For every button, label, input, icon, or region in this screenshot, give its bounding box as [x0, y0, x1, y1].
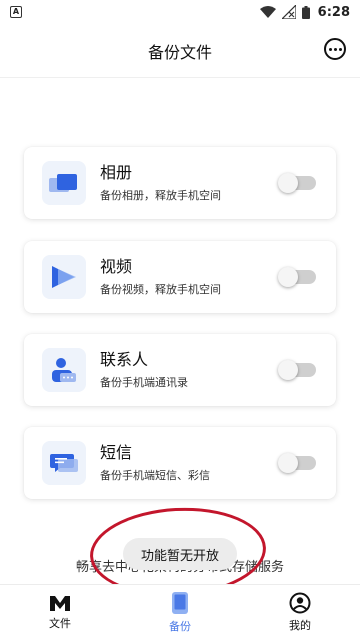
- sms-icon: [42, 441, 86, 485]
- toggle-knob: [278, 360, 298, 380]
- battery-icon: [301, 5, 310, 19]
- video-icon: [42, 255, 86, 299]
- item-title: 短信: [100, 443, 133, 462]
- videos-toggle[interactable]: [278, 267, 316, 287]
- nav-item-backup[interactable]: 备份: [120, 591, 240, 634]
- user-icon: [289, 592, 311, 614]
- toggle-knob: [278, 453, 298, 473]
- nav-label: 我的: [289, 619, 311, 632]
- nav-item-files[interactable]: 文件: [0, 594, 120, 631]
- toggle-knob: [278, 267, 298, 287]
- more-icon: [328, 47, 332, 51]
- clock: 6:28: [317, 4, 350, 20]
- item-title: 联系人: [100, 350, 149, 369]
- contacts-icon: [42, 348, 86, 392]
- item-description: 备份手机端短信、彩信: [100, 469, 210, 482]
- backup-item-sms[interactable]: 短信 备份手机端短信、彩信: [24, 427, 336, 499]
- status-bar: A 6:28: [0, 0, 360, 24]
- item-title: 相册: [100, 163, 133, 182]
- phone-icon: [172, 592, 188, 614]
- nav-label: 文件: [49, 617, 71, 630]
- item-description: 备份相册，释放手机空间: [100, 189, 221, 202]
- more-button[interactable]: [324, 38, 346, 60]
- logo-icon: [50, 596, 70, 611]
- sms-toggle[interactable]: [278, 453, 316, 473]
- photos-toggle[interactable]: [278, 173, 316, 193]
- nav-item-profile[interactable]: 我的: [240, 592, 360, 633]
- item-description: 备份视频，释放手机空间: [100, 283, 221, 296]
- notification-icon: A: [10, 6, 22, 18]
- more-icon-dot: [333, 47, 337, 51]
- toggle-knob: [278, 173, 298, 193]
- backup-item-photos[interactable]: 相册 备份相册，释放手机空间: [24, 147, 336, 219]
- backup-item-contacts[interactable]: 联系人 备份手机端通讯录: [24, 334, 336, 406]
- backup-item-videos[interactable]: 视频 备份视频，释放手机空间: [24, 241, 336, 313]
- more-icon-dot: [338, 47, 342, 51]
- item-title: 视频: [100, 257, 133, 276]
- nav-label: 备份: [169, 620, 191, 633]
- contacts-toggle[interactable]: [278, 360, 316, 380]
- page-title: 备份文件: [147, 42, 212, 62]
- app-header: 备份文件: [0, 24, 360, 78]
- item-description: 备份手机端通讯录: [100, 376, 188, 389]
- wifi-icon: [259, 6, 276, 18]
- bottom-nav: 文件 备份 我的: [0, 584, 360, 640]
- photo-icon: [42, 161, 86, 205]
- no-signal-icon: [281, 5, 296, 19]
